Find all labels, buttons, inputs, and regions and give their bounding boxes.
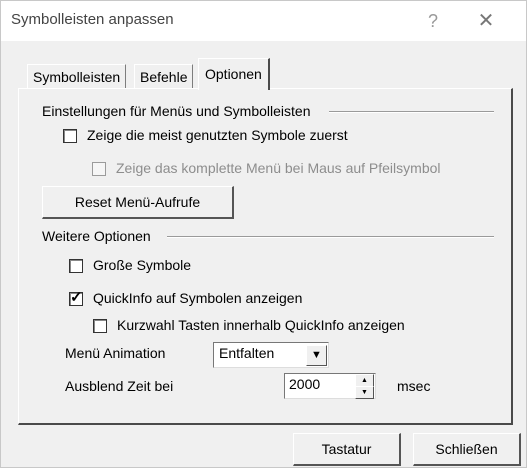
show-full-menu-checkbox[interactable] [92, 162, 106, 176]
show-recent-label: Zeige die meist genutzten Symbole zuerst [87, 127, 348, 143]
checkmark-icon: ✓ [70, 289, 83, 306]
large-icons-label: Große Symbole [93, 257, 192, 273]
tab-label: Befehle [140, 69, 188, 85]
group-divider [329, 111, 494, 113]
show-recent-checkbox[interactable] [63, 129, 77, 143]
button-label: Tastatur [321, 441, 372, 457]
spin-down-icon[interactable]: ▼ [355, 386, 374, 399]
menus-group-title: Einstellungen für Menüs und Symbolleiste… [42, 103, 315, 119]
customize-toolbars-dialog: Symbolleisten anpassen ? ✕ Symbolleisten… [0, 0, 527, 468]
chevron-down-icon[interactable]: ▼ [306, 345, 327, 366]
tab-symbolleisten[interactable]: Symbolleisten [27, 64, 127, 89]
tooltips-checkbox[interactable]: ✓ [69, 289, 83, 306]
close-icon[interactable]: ✕ [473, 7, 499, 35]
fade-time-unit: msec [397, 378, 431, 394]
close-button[interactable]: Schließen [413, 433, 521, 466]
group-divider [167, 236, 494, 238]
options-panel: Einstellungen für Menüs und Symbolleiste… [18, 88, 513, 425]
fade-time-input[interactable]: 2000 ▲ ▼ [284, 373, 376, 399]
tab-label: Symbolleisten [33, 69, 121, 85]
keyboard-button[interactable]: Tastatur [293, 433, 401, 466]
tab-label: Optionen [205, 66, 262, 82]
tab-optionen[interactable]: Optionen [198, 58, 270, 90]
menu-animation-label: Menü Animation [65, 345, 166, 361]
select-value: Entfalten [219, 345, 275, 361]
window-title: Symbolleisten anpassen [11, 11, 174, 28]
tooltips-label: QuickInfo auf Symbolen anzeigen [93, 290, 303, 306]
shortcut-keys-checkbox[interactable] [93, 319, 107, 333]
show-full-menu-label: Zeige das komplette Menü bei Maus auf Pf… [116, 160, 441, 176]
spin-value: 2000 [289, 376, 321, 392]
button-label: Reset Menü-Aufrufe [74, 194, 201, 210]
help-icon[interactable]: ? [421, 7, 445, 35]
button-label: Schließen [435, 441, 498, 457]
other-group-title: Weitere Optionen [42, 228, 155, 244]
large-icons-checkbox[interactable] [69, 259, 83, 273]
menu-animation-select[interactable]: Entfalten ▼ [213, 342, 329, 368]
title-bar: Symbolleisten anpassen ? ✕ [1, 1, 526, 41]
shortcut-keys-label: Kurzwahl Tasten innerhalb QuickInfo anze… [117, 317, 405, 333]
fade-time-label: Ausblend Zeit bei [65, 378, 174, 394]
reset-menu-button[interactable]: Reset Menü-Aufrufe [42, 186, 234, 219]
tab-befehle[interactable]: Befehle [134, 64, 194, 89]
